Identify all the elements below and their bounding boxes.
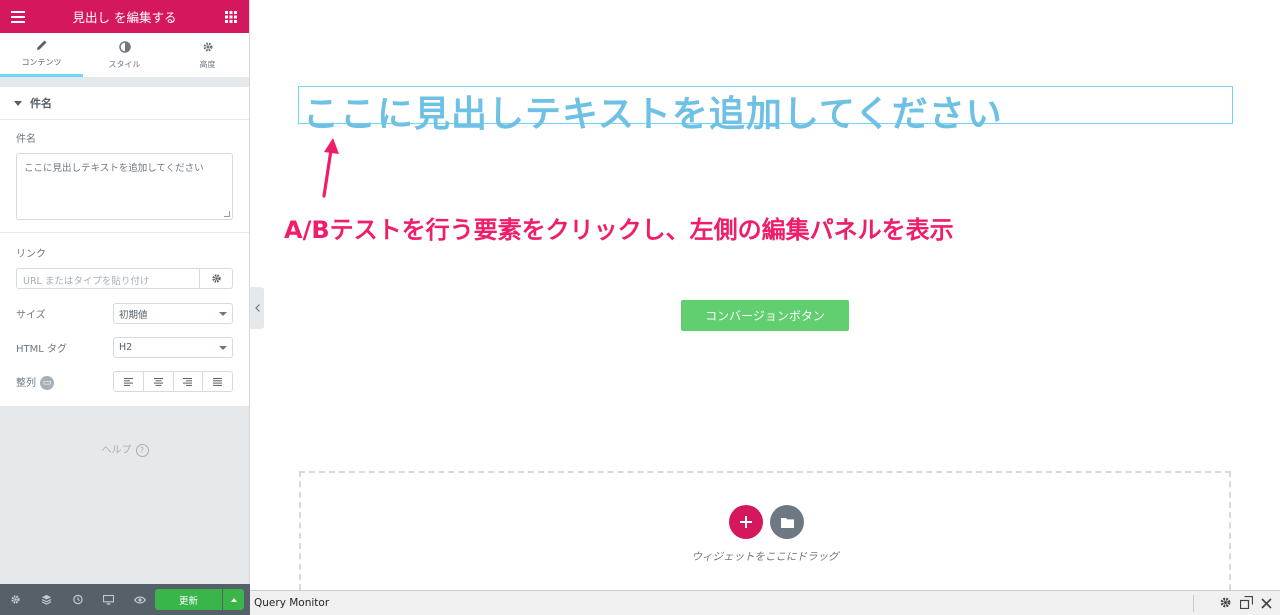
panel-tabs: コンテンツ スタイル 高度 <box>0 33 249 78</box>
heading-widget[interactable]: ここに見出しテキストを追加してください <box>298 86 1233 135</box>
add-section-button[interactable] <box>729 505 763 539</box>
caret-down-icon <box>14 97 22 110</box>
align-label: 整列 <box>16 377 36 389</box>
editor-panel: 見出し を編集する コンテンツ スタイル 高度 件名 件名 ここに見出しテキスト… <box>0 0 250 615</box>
resize-handle-icon[interactable] <box>224 211 230 217</box>
align-right-icon <box>183 377 193 386</box>
controls-area: 件名 ここに見出しテキストを追加してください リンク URL またはタイプを貼り… <box>0 120 249 406</box>
caret-up-icon <box>230 597 237 602</box>
link-input[interactable]: URL またはタイプを貼り付け <box>16 268 200 289</box>
align-buttons <box>113 371 233 392</box>
plus-icon <box>740 516 752 528</box>
panel-collapse-toggle[interactable] <box>250 287 264 329</box>
heading-text: ここに見出しテキストを追加してください <box>303 94 1003 135</box>
divider <box>0 232 249 233</box>
size-select[interactable]: 初期値 <box>113 303 233 324</box>
size-value: 初期値 <box>119 309 148 321</box>
title-textarea[interactable]: ここに見出しテキストを追加してください <box>16 153 233 220</box>
link-placeholder: URL またはタイプを貼り付け <box>23 276 150 287</box>
conversion-button[interactable]: コンバージョンボタン <box>681 300 849 331</box>
question-icon: ? <box>135 444 149 457</box>
section-title: 件名 <box>30 97 52 110</box>
html-tag-select[interactable]: H2 <box>113 337 233 358</box>
annotation-arrow-icon <box>322 138 339 198</box>
hamburger-menu-icon[interactable] <box>10 9 26 25</box>
align-left-button[interactable] <box>114 372 144 391</box>
align-justify-button[interactable] <box>203 372 232 391</box>
widgets-grid-icon[interactable] <box>223 9 239 25</box>
size-row: サイズ 初期値 <box>16 303 233 324</box>
close-icon[interactable] <box>1261 594 1272 613</box>
preview-eye-icon[interactable] <box>124 584 155 615</box>
title-textarea-value: ここに見出しテキストを追加してください <box>24 163 204 174</box>
add-template-button[interactable] <box>770 505 804 539</box>
chevron-down-icon <box>219 311 227 316</box>
html-tag-row: HTML タグ H2 <box>16 337 233 358</box>
align-center-button[interactable] <box>144 372 174 391</box>
gear-icon[interactable] <box>1219 594 1232 613</box>
align-row: 整列 ▭ <box>16 371 233 392</box>
gear-icon <box>211 269 222 288</box>
query-monitor-controls <box>1219 594 1272 613</box>
html-tag-value: H2 <box>119 342 133 353</box>
folder-icon <box>780 517 794 528</box>
layers-icon[interactable] <box>31 584 62 615</box>
help-link[interactable]: ヘルプ? <box>0 441 250 457</box>
panel-header: 見出し を編集する <box>0 0 249 33</box>
section-toggle[interactable]: 件名 <box>0 87 249 120</box>
contrast-icon <box>118 40 131 55</box>
link-row: URL またはタイプを貼り付け <box>16 268 233 289</box>
size-label: サイズ <box>16 310 46 321</box>
html-tag-label: HTML タグ <box>16 344 68 355</box>
query-monitor-title: Query Monitor <box>254 597 330 609</box>
pencil-icon <box>36 39 48 53</box>
responsive-icon[interactable]: ▭ <box>40 375 54 390</box>
align-right-button[interactable] <box>174 372 204 391</box>
history-icon[interactable] <box>62 584 93 615</box>
update-button[interactable]: 更新 <box>155 589 222 610</box>
panel-footer: 更新 <box>0 584 250 615</box>
chevron-left-icon <box>254 304 260 312</box>
settings-icon[interactable] <box>0 584 31 615</box>
chevron-down-icon <box>219 345 227 350</box>
query-monitor-bar: Query Monitor <box>250 590 1280 615</box>
tab-content-label: コンテンツ <box>21 58 62 67</box>
tab-advanced-label: 高度 <box>199 59 216 69</box>
section-gap <box>0 78 249 87</box>
update-options-button[interactable] <box>223 589 244 610</box>
panel-title: 見出し を編集する <box>72 10 177 25</box>
help-label: ヘルプ <box>101 445 132 456</box>
tab-style-label: スタイル <box>108 59 141 69</box>
link-label: リンク <box>16 249 46 260</box>
annotation-text: A/Bテストを行う要素をクリックし、左側の編集パネルを表示 <box>284 216 954 244</box>
align-center-icon <box>153 377 163 386</box>
title-label: 件名 <box>16 134 36 145</box>
align-label-wrap: 整列 ▭ <box>16 374 54 390</box>
tab-advanced[interactable]: 高度 <box>166 33 249 77</box>
tab-content[interactable]: コンテンツ <box>0 33 83 77</box>
divider <box>1193 595 1194 612</box>
gear-icon <box>202 41 214 55</box>
dropzone-text: ウィジェットをここにドラッグ <box>691 551 839 563</box>
toggle-position-icon[interactable] <box>1239 594 1254 613</box>
align-justify-icon <box>213 377 223 386</box>
link-options-button[interactable] <box>200 268 233 289</box>
responsive-mode-icon[interactable] <box>93 584 124 615</box>
tab-style[interactable]: スタイル <box>83 33 166 77</box>
align-left-icon <box>123 377 133 386</box>
